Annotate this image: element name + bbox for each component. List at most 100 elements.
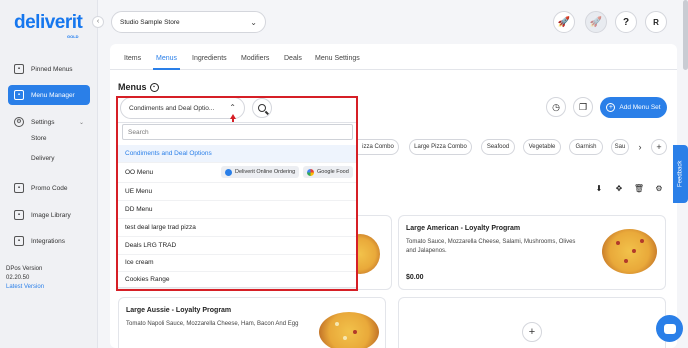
version-info: DPos Version 02.20.50 Latest Version bbox=[6, 266, 86, 296]
page-scrollbar[interactable] bbox=[683, 0, 688, 70]
sidebar-item-promo-code[interactable]: ▪ Promo Code bbox=[8, 178, 90, 198]
history-button[interactable]: ◷ bbox=[546, 97, 566, 117]
category-chip[interactable]: Vegetable bbox=[523, 139, 561, 155]
store-select[interactable]: Studio Sample Store ⌄ bbox=[111, 11, 266, 33]
chevron-right-icon[interactable]: › bbox=[632, 139, 648, 155]
rocket-button[interactable]: 🚀 bbox=[553, 11, 575, 33]
store-select-value: Studio Sample Store bbox=[120, 18, 180, 26]
download-icon[interactable]: ⬇ bbox=[592, 181, 606, 195]
chat-button[interactable] bbox=[656, 315, 683, 342]
sidebar-item-label: Menu Manager bbox=[31, 91, 75, 99]
version-label: DPos Version bbox=[6, 266, 43, 272]
tab-items[interactable]: Items bbox=[124, 55, 141, 62]
chevron-up-icon: ⌃ bbox=[229, 103, 236, 112]
pizza-image bbox=[602, 229, 657, 274]
help-icon: ? bbox=[622, 16, 630, 28]
category-chip[interactable]: Sau bbox=[611, 139, 629, 155]
option-label: Deals LRG TRAD bbox=[125, 242, 177, 249]
brand-logo: deliverit bbox=[14, 12, 83, 33]
sidebar-item-label: Pinned Menus bbox=[31, 65, 73, 73]
sidebar-item-pinned-menus[interactable]: ▪ Pinned Menus bbox=[8, 59, 90, 79]
tab-menu-settings[interactable]: Menu Settings bbox=[315, 55, 360, 62]
card-description: Tomato Napoli Sauce, Mozzarella Cheese, … bbox=[126, 321, 299, 327]
add-category-button[interactable]: + bbox=[651, 139, 667, 155]
sidebar-subitem-store[interactable]: Store bbox=[31, 135, 47, 142]
tab-menus[interactable]: Menus bbox=[156, 55, 177, 62]
add-item-button[interactable]: + bbox=[522, 322, 542, 342]
add-menu-set-label: Add Menu Set bbox=[619, 104, 661, 111]
pin-icon: ▪ bbox=[14, 64, 24, 74]
sidebar-item-label: Image Library bbox=[31, 211, 71, 219]
pizza-image bbox=[319, 312, 379, 348]
option-label: test deal large trad pizza bbox=[125, 224, 196, 231]
sidebar-subitem-delivery[interactable]: Delivery bbox=[31, 155, 54, 162]
dropdown-option[interactable]: Cookies Range bbox=[116, 271, 357, 289]
card-price: $0.00 bbox=[406, 274, 424, 281]
tab-deals[interactable]: Deals bbox=[284, 55, 302, 62]
dropdown-option[interactable]: DD Menu bbox=[116, 201, 357, 219]
bookmark-icon: ▪ bbox=[149, 82, 159, 92]
dropdown-option[interactable]: Condiments and Deal Options bbox=[116, 145, 357, 163]
menu-book-icon: ▪ bbox=[14, 90, 24, 100]
move-icon[interactable]: ✥ bbox=[612, 181, 626, 195]
sidebar-item-settings[interactable]: ⚙ Settings ⌄ bbox=[8, 112, 90, 132]
rocket-icon: 🚀 bbox=[589, 16, 603, 28]
chevron-down-icon: ⌄ bbox=[78, 119, 84, 126]
dropdown-search-input[interactable]: Search bbox=[122, 124, 353, 140]
google-icon bbox=[307, 168, 314, 176]
chevron-down-icon: ⌄ bbox=[250, 18, 257, 27]
sidebar-item-image-library[interactable]: ▪ Image Library bbox=[8, 205, 90, 225]
tab-modifiers[interactable]: Modifiers bbox=[241, 55, 269, 62]
category-chip[interactable]: izza Combo bbox=[358, 139, 399, 155]
search-button[interactable] bbox=[252, 98, 272, 118]
menu-item-card[interactable]: Large American - Loyalty Program Tomato … bbox=[398, 215, 666, 290]
dropdown-option[interactable]: test deal large trad pizza bbox=[116, 219, 357, 237]
plus-icon: + bbox=[528, 326, 536, 338]
deliverit-icon bbox=[225, 168, 232, 176]
option-label: OO Menu bbox=[125, 169, 154, 176]
badge-label: Google Food bbox=[317, 169, 349, 175]
plus-icon: + bbox=[656, 142, 662, 152]
add-menu-set-button[interactable]: + Add Menu Set bbox=[600, 97, 667, 118]
category-chip[interactable]: Seafood bbox=[481, 139, 515, 155]
tag-icon: ▪ bbox=[14, 183, 24, 193]
clock-icon: ◷ bbox=[552, 101, 560, 112]
sidebar-item-menu-manager[interactable]: ▪ Menu Manager bbox=[8, 85, 90, 105]
gear-icon: ⚙ bbox=[14, 117, 24, 127]
gear-icon[interactable]: ⚙ bbox=[652, 181, 666, 195]
trash-icon[interactable]: 🗑 bbox=[632, 181, 646, 195]
sidebar-item-label: Settings bbox=[31, 118, 55, 126]
help-button[interactable]: ? bbox=[615, 11, 637, 33]
rocket-alt-button[interactable]: 🚀 bbox=[585, 11, 607, 33]
avatar[interactable]: R bbox=[645, 11, 667, 33]
menu-select[interactable]: Condiments and Deal Optio... ⌃ bbox=[120, 97, 245, 119]
dropdown-option[interactable]: OO Menu Deliverit Online Ordering Google… bbox=[116, 163, 357, 183]
active-tab-indicator bbox=[153, 68, 180, 70]
dropdown-option[interactable]: Deals LRG TRAD bbox=[116, 237, 357, 255]
sidebar-item-integrations[interactable]: ▪ Integrations bbox=[8, 231, 90, 251]
dropdown-option[interactable]: UE Menu bbox=[116, 183, 357, 201]
category-chip[interactable]: Garnish bbox=[569, 139, 603, 155]
tab-ingredients[interactable]: Ingredients bbox=[192, 55, 227, 62]
dropdown-option[interactable]: Ice cream bbox=[116, 254, 357, 272]
category-chip[interactable]: Large Pizza Combo bbox=[409, 139, 472, 155]
image-icon: ▪ bbox=[14, 210, 24, 220]
menus-title-text: Menus bbox=[118, 82, 147, 92]
card-description: Tomato Sauce, Mozzarella Cheese, Salami,… bbox=[406, 239, 576, 254]
link-icon: ▪ bbox=[14, 236, 24, 246]
copy-icon: ❐ bbox=[578, 101, 588, 112]
menu-select-value: Condiments and Deal Optio... bbox=[129, 104, 215, 112]
feedback-tab[interactable]: Feedback bbox=[673, 145, 688, 203]
integration-badge: Google Food bbox=[303, 166, 353, 178]
copy-button[interactable]: ❐ bbox=[573, 97, 593, 117]
menu-item-card[interactable]: Large Aussie - Loyalty Program Tomato Na… bbox=[118, 297, 386, 348]
sidebar-item-label: Integrations bbox=[31, 237, 65, 245]
search-icon bbox=[258, 104, 266, 112]
option-label: Ice cream bbox=[125, 259, 154, 266]
menu-item-card[interactable] bbox=[340, 215, 392, 290]
sidebar-collapse-button[interactable]: ‹ bbox=[92, 16, 104, 28]
version-number: 02.20.50 bbox=[6, 275, 30, 281]
latest-version-link[interactable]: Latest Version bbox=[6, 284, 86, 290]
option-label: UE Menu bbox=[125, 188, 153, 195]
option-label: Condiments and Deal Options bbox=[125, 150, 212, 157]
